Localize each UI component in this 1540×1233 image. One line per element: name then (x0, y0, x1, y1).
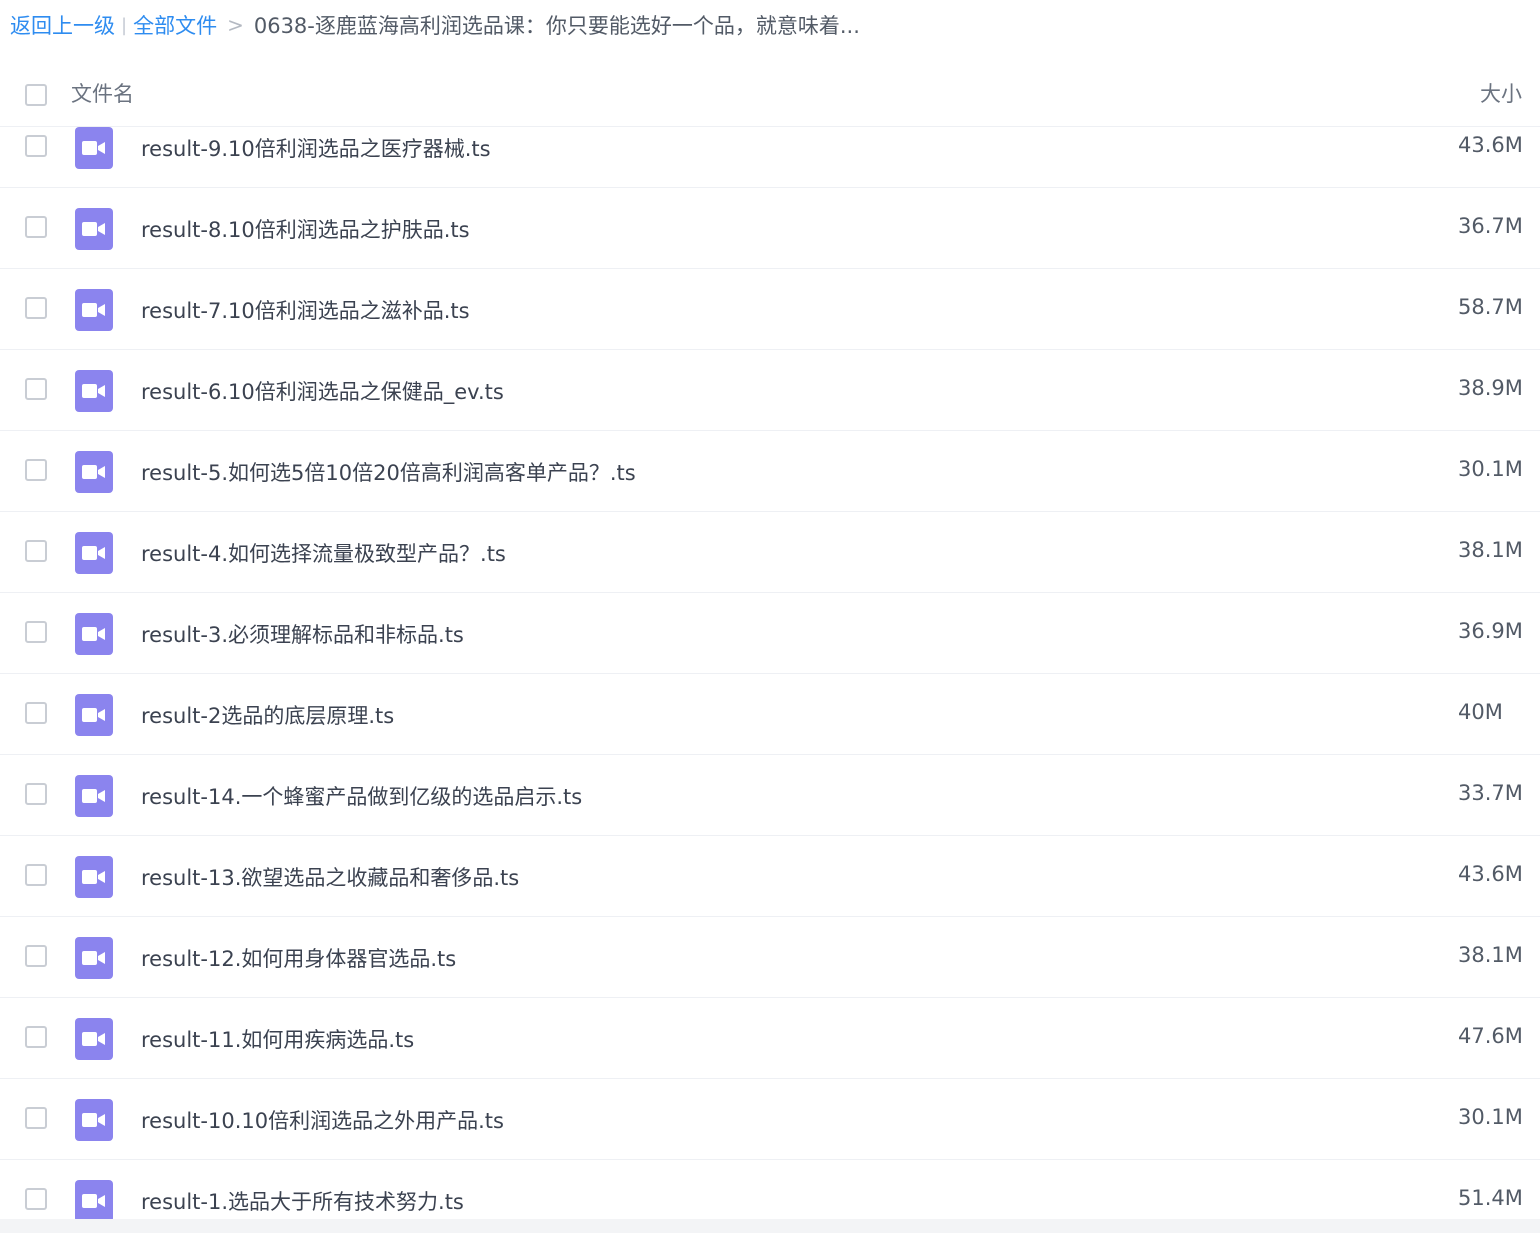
file-size: 33.7M (1458, 781, 1523, 805)
file-size: 43.6M (1458, 133, 1523, 157)
row-checkbox[interactable] (25, 1026, 47, 1048)
file-list: result-9.10倍利润选品之医疗器械.ts 43.6M result-8.… (0, 107, 1540, 1219)
video-file-icon (75, 451, 113, 493)
row-checkbox[interactable] (25, 540, 47, 562)
file-size: 36.9M (1458, 619, 1523, 643)
video-file-icon (75, 775, 113, 817)
file-name[interactable]: result-12.如何用身体器官选品.ts (141, 943, 456, 973)
file-row[interactable]: result-13.欲望选品之收藏品和奢侈品.ts 43.6M (0, 836, 1540, 917)
file-row[interactable]: result-7.10倍利润选品之滋补品.ts 58.7M (0, 269, 1540, 350)
file-size: 51.4M (1458, 1186, 1523, 1210)
file-name[interactable]: result-6.10倍利润选品之保健品_ev.ts (141, 376, 504, 406)
back-link[interactable]: 返回上一级 (10, 10, 115, 40)
file-size: 30.1M (1458, 1105, 1523, 1129)
file-name[interactable]: result-4.如何选择流量极致型产品？.ts (141, 538, 506, 568)
all-files-link[interactable]: 全部文件 (133, 10, 217, 40)
video-file-icon (75, 937, 113, 979)
file-size: 38.9M (1458, 376, 1523, 400)
breadcrumb-current-folder: 0638-逐鹿蓝海高利润选品课：你只要能选好一个品，就意味着... (253, 14, 860, 38)
file-name[interactable]: result-2选品的底层原理.ts (141, 700, 394, 730)
file-row[interactable]: result-9.10倍利润选品之医疗器械.ts 43.6M (0, 107, 1540, 188)
file-name[interactable]: result-10.10倍利润选品之外用产品.ts (141, 1105, 504, 1135)
row-checkbox[interactable] (25, 864, 47, 886)
file-size: 40M (1458, 700, 1503, 724)
file-name[interactable]: result-9.10倍利润选品之医疗器械.ts (141, 133, 491, 163)
file-row[interactable]: result-5.如何选5倍10倍20倍高利润高客单产品？.ts 30.1M (0, 431, 1540, 512)
file-row[interactable]: result-3.必须理解标品和非标品.ts 36.9M (0, 593, 1540, 674)
file-size: 38.1M (1458, 943, 1523, 967)
video-file-icon (75, 1099, 113, 1141)
horizontal-scrollbar[interactable] (0, 1219, 1540, 1233)
row-checkbox[interactable] (25, 216, 47, 238)
file-name[interactable]: result-8.10倍利润选品之护肤品.ts (141, 214, 470, 244)
video-file-icon (75, 532, 113, 574)
file-row[interactable]: result-8.10倍利润选品之护肤品.ts 36.7M (0, 188, 1540, 269)
video-file-icon (75, 370, 113, 412)
breadcrumb-arrow-icon: > (227, 13, 244, 37)
file-size: 36.7M (1458, 214, 1523, 238)
file-name[interactable]: result-14.一个蜂蜜产品做到亿级的选品启示.ts (141, 781, 582, 811)
video-file-icon (75, 289, 113, 331)
file-size: 38.1M (1458, 538, 1523, 562)
row-checkbox[interactable] (25, 945, 47, 967)
file-size: 47.6M (1458, 1024, 1523, 1048)
file-browser: 返回上一级 | 全部文件 > 0638-逐鹿蓝海高利润选品课：你只要能选好一个品… (0, 0, 1540, 1233)
video-file-icon (75, 1180, 113, 1219)
column-header-name[interactable]: 文件名 (71, 78, 134, 108)
row-checkbox[interactable] (25, 378, 47, 400)
file-row[interactable]: result-10.10倍利润选品之外用产品.ts 30.1M (0, 1079, 1540, 1160)
file-row[interactable]: result-12.如何用身体器官选品.ts 38.1M (0, 917, 1540, 998)
file-size: 30.1M (1458, 457, 1523, 481)
row-checkbox[interactable] (25, 702, 47, 724)
row-checkbox[interactable] (25, 621, 47, 643)
file-name[interactable]: result-11.如何用疾病选品.ts (141, 1024, 414, 1054)
video-file-icon (75, 694, 113, 736)
breadcrumb-separator: | (121, 14, 128, 36)
file-name[interactable]: result-5.如何选5倍10倍20倍高利润高客单产品？.ts (141, 457, 636, 487)
video-file-icon (75, 1018, 113, 1060)
row-checkbox[interactable] (25, 1107, 47, 1129)
file-row[interactable]: result-4.如何选择流量极致型产品？.ts 38.1M (0, 512, 1540, 593)
file-row[interactable]: result-2选品的底层原理.ts 40M (0, 674, 1540, 755)
file-row[interactable]: result-14.一个蜂蜜产品做到亿级的选品启示.ts 33.7M (0, 755, 1540, 836)
file-name[interactable]: result-7.10倍利润选品之滋补品.ts (141, 295, 470, 325)
row-checkbox[interactable] (25, 783, 47, 805)
file-size: 58.7M (1458, 295, 1523, 319)
row-checkbox[interactable] (25, 1188, 47, 1210)
file-name[interactable]: result-13.欲望选品之收藏品和奢侈品.ts (141, 862, 519, 892)
file-row[interactable]: result-6.10倍利润选品之保健品_ev.ts 38.9M (0, 350, 1540, 431)
video-file-icon (75, 127, 113, 169)
video-file-icon (75, 856, 113, 898)
video-file-icon (75, 208, 113, 250)
row-checkbox[interactable] (25, 135, 47, 157)
file-row[interactable]: result-1.选品大于所有技术努力.ts 51.4M (0, 1160, 1540, 1219)
file-name[interactable]: result-1.选品大于所有技术努力.ts (141, 1186, 464, 1216)
breadcrumb: 返回上一级 | 全部文件 > 0638-逐鹿蓝海高利润选品课：你只要能选好一个品… (10, 8, 860, 42)
row-checkbox[interactable] (25, 297, 47, 319)
video-file-icon (75, 613, 113, 655)
select-all-checkbox[interactable] (25, 84, 47, 106)
row-checkbox[interactable] (25, 459, 47, 481)
column-header-size[interactable]: 大小 (1480, 78, 1522, 108)
file-name[interactable]: result-3.必须理解标品和非标品.ts (141, 619, 464, 649)
file-row[interactable]: result-11.如何用疾病选品.ts 47.6M (0, 998, 1540, 1079)
file-size: 43.6M (1458, 862, 1523, 886)
